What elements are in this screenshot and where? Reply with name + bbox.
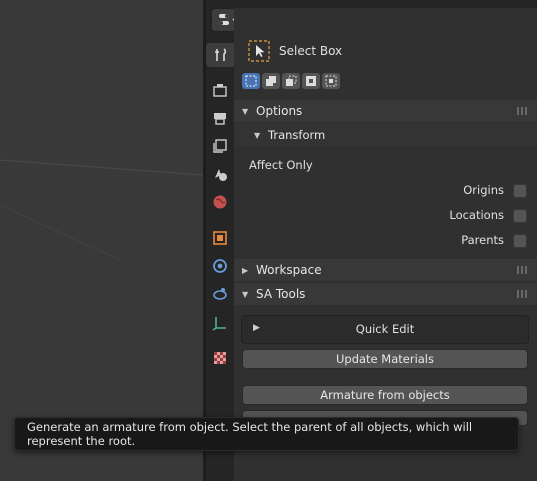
origins-checkbox[interactable] bbox=[513, 184, 527, 198]
tab-tool[interactable] bbox=[206, 43, 235, 67]
drag-grip-icon[interactable] bbox=[517, 290, 529, 298]
transform-subpanel-header[interactable]: ▼ Transform bbox=[234, 124, 537, 146]
mode-new-button[interactable] bbox=[242, 73, 260, 89]
tab-output[interactable] bbox=[207, 106, 233, 130]
tab-modifier[interactable] bbox=[207, 254, 233, 278]
sa-tools-panel-header[interactable]: ▼ SA Tools bbox=[234, 283, 537, 305]
workspace-label: Workspace bbox=[256, 263, 322, 277]
scene-icon bbox=[215, 169, 227, 181]
drag-grip-icon[interactable] bbox=[517, 107, 529, 115]
tab-world[interactable] bbox=[207, 190, 233, 214]
tab-texture[interactable] bbox=[207, 346, 233, 370]
mode-extend-icon bbox=[266, 76, 276, 86]
physics-icon bbox=[212, 317, 226, 331]
tab-scene[interactable] bbox=[207, 162, 233, 186]
locations-checkbox[interactable] bbox=[513, 209, 527, 223]
mode-subtract-icon bbox=[286, 75, 297, 86]
chevron-down-icon: ▼ bbox=[242, 289, 249, 299]
parents-label: Parents bbox=[461, 233, 504, 247]
workspace-panel-header[interactable]: ▶ Workspace bbox=[234, 259, 537, 281]
locations-label: Locations bbox=[449, 208, 504, 222]
drag-grip-icon[interactable] bbox=[517, 266, 529, 274]
chevron-down-icon: ▼ bbox=[254, 130, 261, 140]
output-icon bbox=[214, 113, 226, 125]
3d-viewport[interactable] bbox=[0, 0, 203, 481]
view-layer-icon bbox=[213, 139, 227, 153]
quick-edit-label: Quick Edit bbox=[355, 322, 415, 336]
render-icon bbox=[213, 84, 227, 97]
object-icon bbox=[213, 231, 227, 245]
mode-intersect-button[interactable] bbox=[322, 73, 340, 89]
mode-extend-button[interactable] bbox=[262, 73, 280, 89]
mode-subtract-button[interactable] bbox=[282, 73, 300, 89]
particles-icon bbox=[213, 288, 227, 300]
transform-label: Transform bbox=[268, 128, 326, 142]
mode-intersect-icon bbox=[325, 75, 337, 87]
panel-top-bar bbox=[234, 0, 537, 8]
origins-label: Origins bbox=[463, 183, 504, 197]
mode-new-icon bbox=[245, 75, 257, 87]
tool-icon bbox=[214, 48, 226, 61]
tab-render[interactable] bbox=[207, 78, 233, 102]
tab-particles[interactable] bbox=[207, 282, 233, 306]
texture-icon bbox=[214, 352, 226, 364]
sa-tools-label: SA Tools bbox=[256, 287, 306, 301]
world-icon bbox=[213, 195, 227, 209]
armature-from-objects-button[interactable]: Armature from objects bbox=[242, 385, 528, 405]
affect-only-label: Affect Only bbox=[249, 158, 313, 172]
modifier-icon bbox=[213, 259, 227, 273]
parents-checkbox[interactable] bbox=[513, 234, 527, 248]
update-materials-button[interactable]: Update Materials bbox=[242, 349, 528, 369]
chevron-down-icon: ▼ bbox=[242, 106, 249, 116]
viewport-grid bbox=[0, 159, 203, 261]
tab-view-layer[interactable] bbox=[207, 134, 233, 158]
select-box-cursor-icon[interactable] bbox=[248, 40, 270, 62]
options-label: Options bbox=[256, 104, 303, 118]
chevron-right-icon: ▶ bbox=[242, 265, 249, 275]
quick-edit-subpanel[interactable]: ▶ Quick Edit bbox=[241, 315, 529, 344]
tooltip: Generate an armature from object. Select… bbox=[14, 417, 519, 451]
tab-object[interactable] bbox=[207, 226, 233, 250]
tab-physics[interactable] bbox=[207, 311, 233, 335]
properties-panel: Select Box ▼ Options ▼ Transform Affect … bbox=[234, 0, 537, 481]
mode-invert-icon bbox=[306, 76, 316, 86]
options-panel-header[interactable]: ▼ Options bbox=[234, 100, 537, 122]
tool-name: Select Box bbox=[279, 44, 343, 58]
mode-invert-button[interactable] bbox=[302, 73, 320, 89]
